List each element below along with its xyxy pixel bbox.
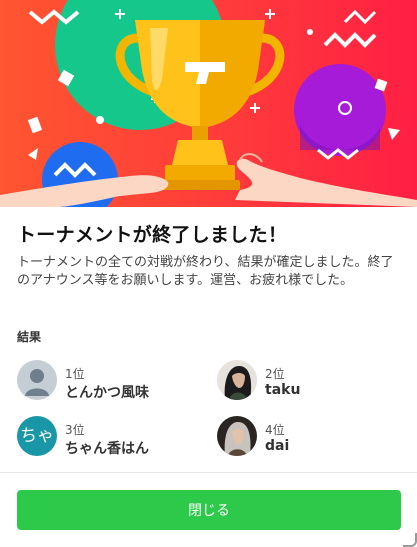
player-name: とんかつ風味 [65, 385, 149, 401]
avatar [217, 416, 257, 456]
results-heading: 結果 [17, 330, 42, 344]
player-name: ちゃん香はん [65, 441, 149, 457]
trophy-illustration [0, 0, 417, 207]
rank-label: 3位 [65, 423, 85, 437]
rank-label: 4位 [265, 423, 285, 437]
close-button[interactable]: 閉じる [17, 490, 401, 530]
avatar: ちゃ [17, 416, 57, 456]
rank-label: 2位 [265, 367, 285, 381]
rank-label: 1位 [65, 367, 85, 381]
result-item: 4位 dai [217, 416, 407, 460]
result-item: 2位 taku [217, 360, 407, 404]
dialog-description: トーナメントの全ての対戦が終わり、結果が確定しました。終了のアナウンス等をお願い… [17, 255, 394, 288]
avatar [217, 360, 257, 400]
player-name: taku [265, 382, 301, 398]
character-portrait-icon [217, 360, 257, 400]
default-user-icon [17, 360, 57, 400]
avatar [17, 360, 57, 400]
player-name: dai [265, 438, 290, 454]
hero-banner [0, 0, 417, 207]
footer-divider [0, 472, 417, 473]
window-corner [403, 533, 417, 547]
dialog-title: トーナメントが終了しました！ [17, 224, 288, 246]
result-item: 1位 とんかつ風味 [17, 360, 207, 404]
character-portrait-icon [217, 416, 257, 456]
tournament-finished-dialog: トーナメントが終了しました！ トーナメントの全ての対戦が終わり、結果が確定しまし… [0, 0, 417, 547]
result-item: ちゃ 3位 ちゃん香はん [17, 416, 207, 460]
